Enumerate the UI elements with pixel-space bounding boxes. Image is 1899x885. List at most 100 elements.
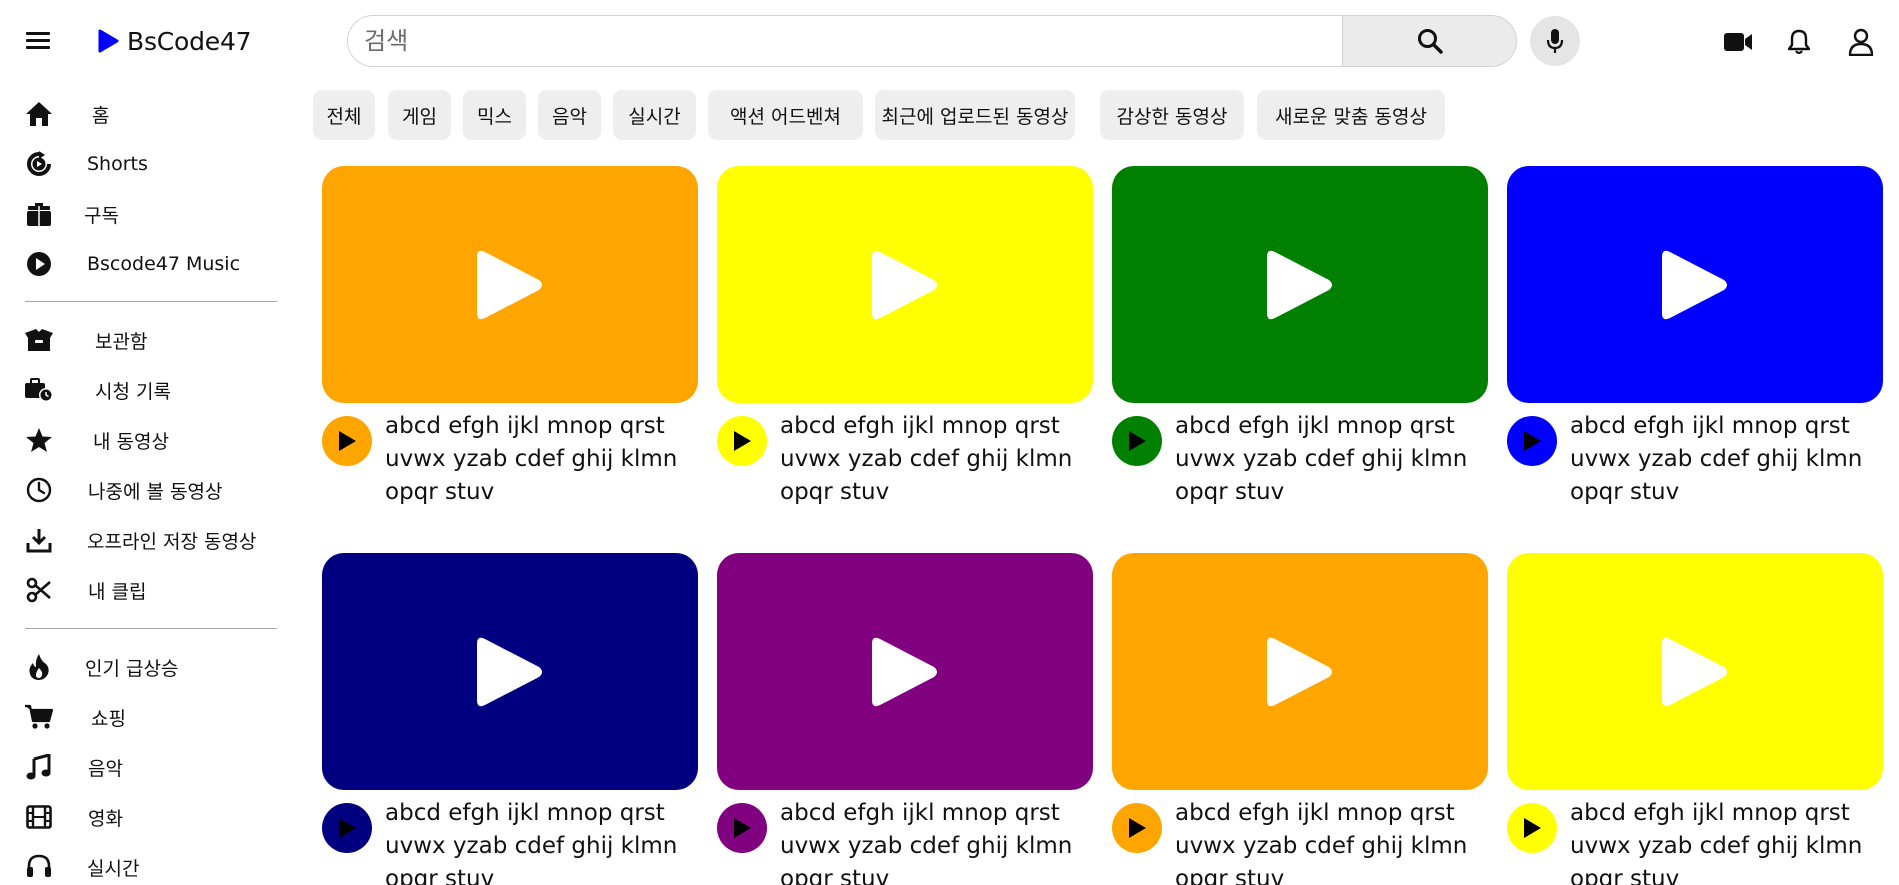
search-icon	[1417, 29, 1443, 54]
film-icon	[24, 803, 54, 831]
chip-recently-uploaded[interactable]: 최근에 업로드된 동영상	[875, 90, 1075, 140]
chip-live[interactable]: 실시간	[613, 90, 696, 140]
video-title[interactable]: abcd efgh ijkl mnop qrst uvwx yzab cdef …	[780, 410, 1093, 509]
sidebar-item-music[interactable]: Bscode47 Music	[0, 242, 290, 286]
chip-mix[interactable]: 믹스	[463, 90, 526, 140]
video-thumbnail[interactable]	[1507, 166, 1883, 403]
history-briefcase-icon	[24, 376, 54, 404]
sidebar-item-shopping[interactable]: 쇼핑	[0, 695, 290, 739]
sidebar-item-my-videos[interactable]: 내 동영상	[0, 418, 290, 462]
star-icon	[24, 426, 54, 454]
video-thumbnail[interactable]	[1112, 166, 1488, 403]
sidebar-item-downloads[interactable]: 오프라인 저장 동영상	[0, 518, 290, 562]
sidebar-item-trending[interactable]: 인기 급상승	[0, 645, 290, 689]
sidebar-divider	[25, 628, 277, 629]
bell-icon[interactable]	[1781, 24, 1817, 60]
video-title[interactable]: abcd efgh ijkl mnop qrst uvwx yzab cdef …	[1175, 410, 1488, 509]
play-icon	[1662, 637, 1727, 706]
channel-avatar[interactable]	[1507, 416, 1557, 466]
chip-watched[interactable]: 감상한 동영상	[1100, 90, 1244, 140]
video-camera-icon[interactable]	[1720, 24, 1756, 60]
shorts-icon	[24, 150, 54, 178]
video-thumbnail[interactable]	[717, 166, 1093, 403]
sidebar-item-label: 내 동영상	[93, 430, 169, 453]
subscriptions-icon	[24, 200, 54, 228]
sidebar-item-label: 오프라인 저장 동영상	[87, 530, 257, 553]
sidebar-item-label: 홈	[92, 104, 110, 127]
channel-avatar[interactable]	[1112, 803, 1162, 853]
video-title[interactable]: abcd efgh ijkl mnop qrst uvwx yzab cdef …	[780, 797, 1093, 885]
play-icon	[339, 431, 356, 451]
sidebar-item-label: Shorts	[87, 153, 148, 175]
play-icon	[872, 637, 937, 706]
sidebar-item-label: 영화	[88, 807, 123, 830]
video-thumbnail[interactable]	[322, 553, 698, 790]
cart-icon	[24, 703, 54, 731]
play-logo-icon	[98, 29, 119, 53]
channel-avatar[interactable]	[322, 803, 372, 853]
sidebar-item-clips[interactable]: 내 클립	[0, 568, 290, 612]
channel-avatar[interactable]	[1507, 803, 1557, 853]
sidebar-item-watch-later[interactable]: 나중에 볼 동영상	[0, 468, 290, 512]
mic-button[interactable]	[1530, 16, 1580, 66]
sidebar-item-label: 쇼핑	[91, 707, 126, 730]
play-icon	[477, 637, 542, 706]
sidebar-item-label: 인기 급상승	[85, 657, 179, 680]
sidebar-item-home[interactable]: 홈	[0, 92, 290, 136]
sidebar-item-music-category[interactable]: 음악	[0, 745, 290, 789]
chip-games[interactable]: 게임	[388, 90, 451, 140]
sidebar-item-history[interactable]: 시청 기록	[0, 368, 290, 412]
user-icon[interactable]	[1843, 24, 1879, 60]
play-icon	[734, 818, 751, 838]
sidebar-item-movies[interactable]: 영화	[0, 795, 290, 839]
menu-icon[interactable]	[22, 28, 54, 56]
play-icon	[1129, 818, 1146, 838]
channel-avatar[interactable]	[1112, 416, 1162, 466]
play-icon	[1129, 431, 1146, 451]
chip-music[interactable]: 음악	[538, 90, 601, 140]
download-icon	[24, 526, 54, 554]
scissors-icon	[24, 576, 54, 604]
chip-new-for-you[interactable]: 새로운 맞춤 동영상	[1257, 90, 1445, 140]
sidebar-item-label: 보관함	[95, 330, 148, 353]
logo-text: BsCode47	[127, 26, 252, 56]
logo[interactable]: BsCode47	[97, 24, 252, 58]
play-icon	[477, 250, 542, 319]
music-play-icon	[24, 250, 54, 278]
play-icon	[1662, 250, 1727, 319]
chip-action-adventure[interactable]: 액션 어드벤쳐	[708, 90, 863, 140]
play-icon	[1267, 637, 1332, 706]
search-input[interactable]	[347, 15, 1342, 67]
clock-icon	[24, 476, 54, 504]
sidebar-item-subscriptions[interactable]: 구독	[0, 192, 290, 236]
mic-icon	[1546, 29, 1564, 53]
search-bar	[347, 15, 1517, 67]
headset-icon	[24, 853, 54, 881]
video-thumbnail[interactable]	[1112, 553, 1488, 790]
video-title[interactable]: abcd efgh ijkl mnop qrst uvwx yzab cdef …	[385, 410, 698, 509]
video-title[interactable]: abcd efgh ijkl mnop qrst uvwx yzab cdef …	[1175, 797, 1488, 885]
video-title[interactable]: abcd efgh ijkl mnop qrst uvwx yzab cdef …	[1570, 797, 1883, 885]
video-thumbnail[interactable]	[1507, 553, 1883, 790]
channel-avatar[interactable]	[717, 416, 767, 466]
sidebar-item-label: 내 클립	[88, 580, 147, 603]
channel-avatar[interactable]	[717, 803, 767, 853]
sidebar-item-library[interactable]: 보관함	[0, 318, 290, 362]
video-title[interactable]: abcd efgh ijkl mnop qrst uvwx yzab cdef …	[1570, 410, 1883, 509]
sidebar-item-label: 시청 기록	[95, 380, 171, 403]
play-icon	[734, 431, 751, 451]
fire-icon	[24, 653, 54, 681]
sidebar-divider	[25, 301, 277, 302]
play-icon	[1524, 818, 1541, 838]
video-thumbnail[interactable]	[717, 553, 1093, 790]
channel-avatar[interactable]	[322, 416, 372, 466]
search-button[interactable]	[1342, 15, 1517, 67]
sidebar-item-label: 실시간	[87, 857, 140, 880]
library-box-icon	[24, 326, 54, 354]
sidebar-item-live[interactable]: 실시간	[0, 845, 290, 885]
video-title[interactable]: abcd efgh ijkl mnop qrst uvwx yzab cdef …	[385, 797, 698, 885]
video-thumbnail[interactable]	[322, 166, 698, 403]
sidebar-item-shorts[interactable]: Shorts	[0, 142, 290, 186]
chip-all[interactable]: 전체	[313, 90, 375, 140]
music-note-icon	[24, 753, 54, 781]
